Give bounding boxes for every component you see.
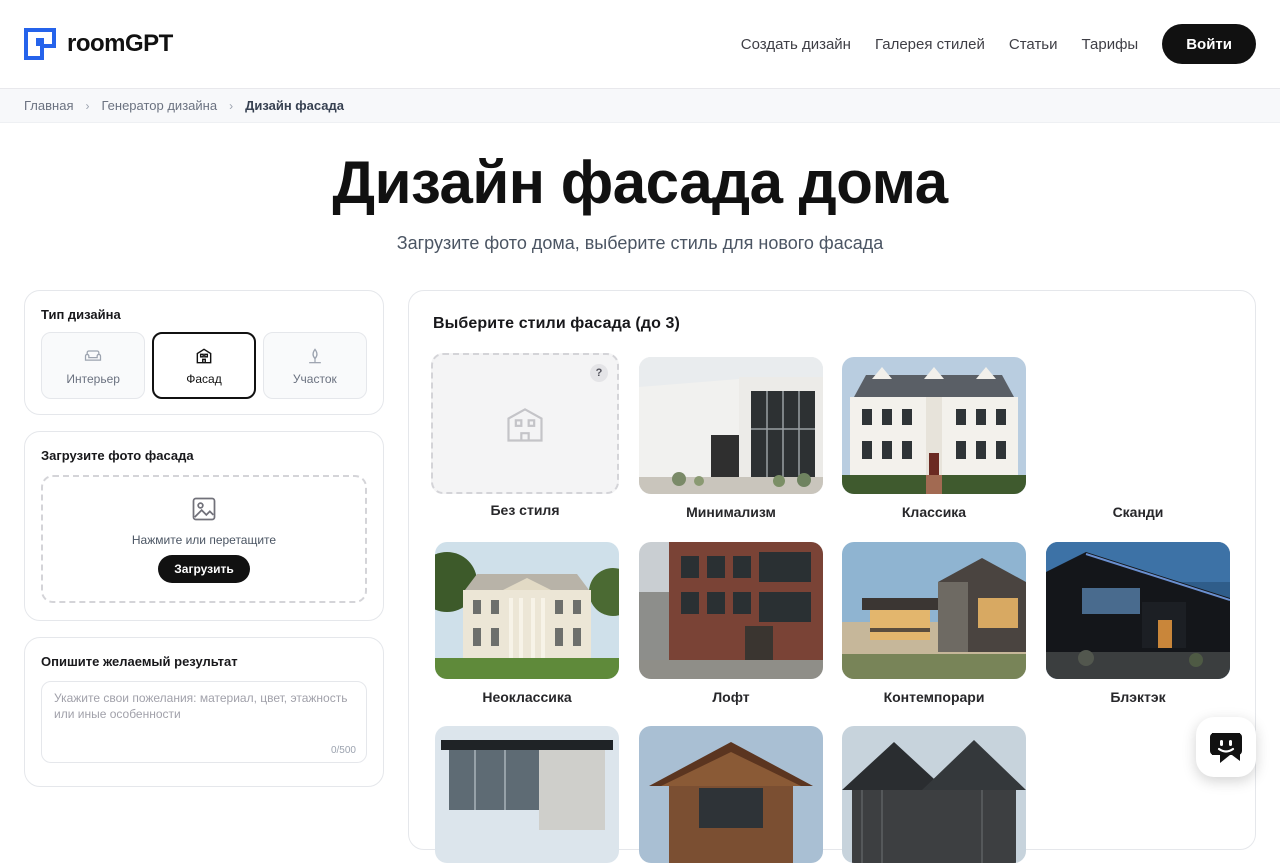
style-card-row3-1[interactable] [435,726,619,863]
chat-button[interactable] [1196,717,1256,777]
nav-articles[interactable]: Статьи [1009,36,1058,53]
char-counter: 0/500 [330,745,356,756]
nav-create-design[interactable]: Создать дизайн [741,36,851,53]
style-thumb-none: ? [431,353,619,494]
style-label: Лофт [712,689,750,705]
style-thumb-neoclassic [435,542,619,679]
type-option-interior[interactable]: Интерьер [41,332,146,399]
description-field-wrap: 0/500 [41,681,367,763]
type-option-facade[interactable]: Фасад [152,332,256,399]
design-type-title: Тип дизайна [41,307,121,322]
style-thumb-blacktech [1046,542,1230,679]
chat-icon [1210,733,1242,763]
logo-mark-icon [24,28,56,60]
style-label: Контемпорари [883,689,985,705]
style-card-row3-2[interactable] [639,726,823,863]
upload-hint: Нажмите или перетащите [131,533,277,547]
type-option-landscape[interactable]: Участок [262,332,367,399]
type-option-label: Участок [292,371,337,386]
upload-button[interactable]: Загрузить [158,555,250,583]
plant-icon [308,347,321,363]
style-label: Сканди [1112,504,1164,520]
breadcrumb-separator: › [229,98,234,113]
style-thumb-row3-2 [639,726,823,863]
style-card-none[interactable]: ? Без стиля [431,353,619,518]
style-card-minimalism[interactable]: Минимализм [639,357,823,520]
chalet-house-image [639,726,823,863]
logo-text-gpt: GPT [125,30,173,57]
styles-panel: Выберите стили фасада (до 3) ? Без стиля [408,290,1256,863]
style-card-scandi[interactable]: Сканди [1046,357,1230,520]
logo-text-room: room [67,30,126,57]
page-subtitle: Загрузите фото дома, выберите стиль для … [396,233,884,253]
upload-dropzone[interactable]: Нажмите или перетащите Загрузить [41,475,367,603]
style-card-blacktech[interactable]: Блэктэк [1046,542,1230,705]
style-label: Без стиля [490,502,560,518]
style-card-loft[interactable]: Лофт [639,542,823,705]
style-label: Классика [901,504,967,520]
loft-house-image [639,542,823,679]
upload-card: Загрузите фото фасада Нажмите или перета… [24,431,384,621]
type-option-label: Интерьер [66,371,120,386]
house-placeholder-icon [507,407,543,442]
style-card-contemporary[interactable]: Контемпорари [842,542,1026,705]
nav-style-gallery[interactable]: Галерея стилей [875,36,985,53]
help-badge[interactable]: ? [590,364,608,382]
style-label: Блэктэк [1110,689,1166,705]
nav-pricing[interactable]: Тарифы [1082,36,1139,53]
neoclassic-house-image [435,542,619,679]
image-icon [192,497,216,521]
login-button[interactable]: Войти [1162,24,1256,64]
style-thumb-scandi [1046,357,1230,494]
breadcrumb: Главная › Генератор дизайна › Дизайн фас… [0,89,1280,123]
style-thumb-row3-1 [435,726,619,863]
logo-text: roomGPT [67,30,173,58]
style-card-classic[interactable]: Классика [842,357,1026,520]
style-thumb-loft [639,542,823,679]
upload-title: Загрузите фото фасада [41,448,194,463]
description-title: Опишите желаемый результат [41,654,238,669]
blacktech-house-image [1046,542,1230,679]
main-nav: Создать дизайн Галерея стилей Статьи Тар… [741,24,1256,64]
style-label: Минимализм [686,504,776,520]
breadcrumb-home[interactable]: Главная [24,98,73,113]
sofa-icon [85,349,102,361]
minimalism-house-image [639,357,823,494]
style-label: Неоклассика [482,689,572,705]
style-card-row3-3[interactable] [842,726,1026,863]
house-icon [196,347,212,363]
description-card: Опишите желаемый результат 0/500 [24,637,384,787]
type-option-label: Фасад [186,371,222,386]
style-thumb-contemporary [842,542,1026,679]
contemporary-house-image [842,542,1026,679]
site-header: roomGPT Создать дизайн Галерея стилей Ст… [0,0,1280,89]
logo[interactable]: roomGPT [24,28,173,60]
description-textarea[interactable] [42,682,366,762]
style-thumb-minimalism [639,357,823,494]
breadcrumb-generator[interactable]: Генератор дизайна [101,98,217,113]
breadcrumb-separator: › [85,98,90,113]
page-title: Дизайн фасада дома [332,149,948,216]
style-card-neoclassic[interactable]: Неоклассика [435,542,619,705]
barnhouse-image [842,726,1026,863]
design-type-card: Тип дизайна Интерьер Фасад Участок [24,290,384,415]
styles-title: Выберите стили фасада (до 3) [433,315,680,332]
classic-house-image [842,357,1026,494]
design-type-options: Интерьер Фасад Участок [41,332,367,399]
style-thumb-row3-3 [842,726,1026,863]
modern-house-image [435,726,619,863]
breadcrumb-current: Дизайн фасада [245,98,344,113]
style-thumb-classic [842,357,1026,494]
